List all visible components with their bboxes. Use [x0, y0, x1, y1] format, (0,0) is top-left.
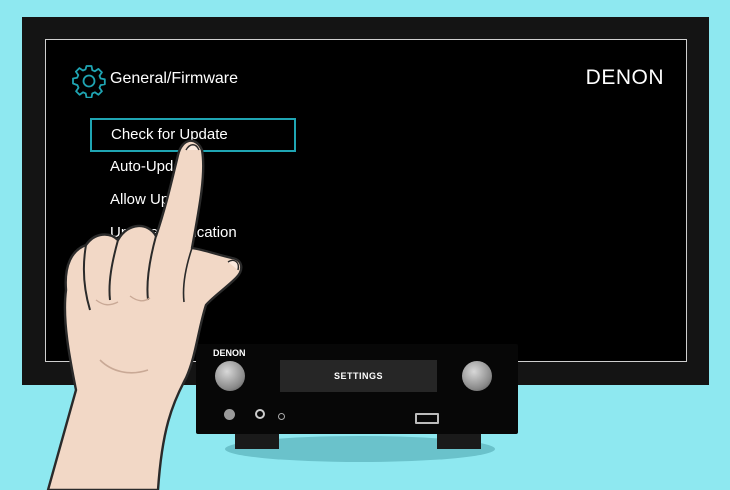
headphone-jack-icon	[255, 409, 265, 419]
tv: General/Firmware DENON Check for Update …	[22, 17, 709, 385]
tv-screen: General/Firmware DENON Check for Update …	[45, 39, 687, 362]
av-receiver: DENON SETTINGS	[196, 344, 518, 434]
receiver-display: SETTINGS	[280, 360, 437, 392]
menu-item-update-notification[interactable]: Update Notification	[90, 217, 296, 251]
brand-logo: DENON	[585, 66, 664, 89]
settings-menu: Check for Update Auto-Update Allow Updat…	[90, 118, 296, 284]
volume-knob-right[interactable]	[462, 361, 492, 391]
receiver-foot-right	[437, 432, 481, 449]
menu-item-allow-update[interactable]: Allow Update	[90, 184, 296, 218]
receiver-brand: DENON	[213, 348, 246, 358]
mic-jack-icon	[278, 413, 285, 420]
volume-knob-left[interactable]	[215, 361, 245, 391]
usb-port-icon	[415, 413, 439, 424]
page-title: General/Firmware	[110, 70, 239, 87]
gear-icon	[72, 65, 106, 98]
menu-item-add-new-feature[interactable]: Add New Feature	[90, 250, 296, 284]
receiver-foot-left	[235, 432, 279, 449]
menu-item-check-for-update[interactable]: Check for Update	[90, 118, 296, 152]
menu-item-auto-update[interactable]: Auto-Update	[90, 151, 296, 185]
power-button[interactable]	[224, 409, 235, 420]
